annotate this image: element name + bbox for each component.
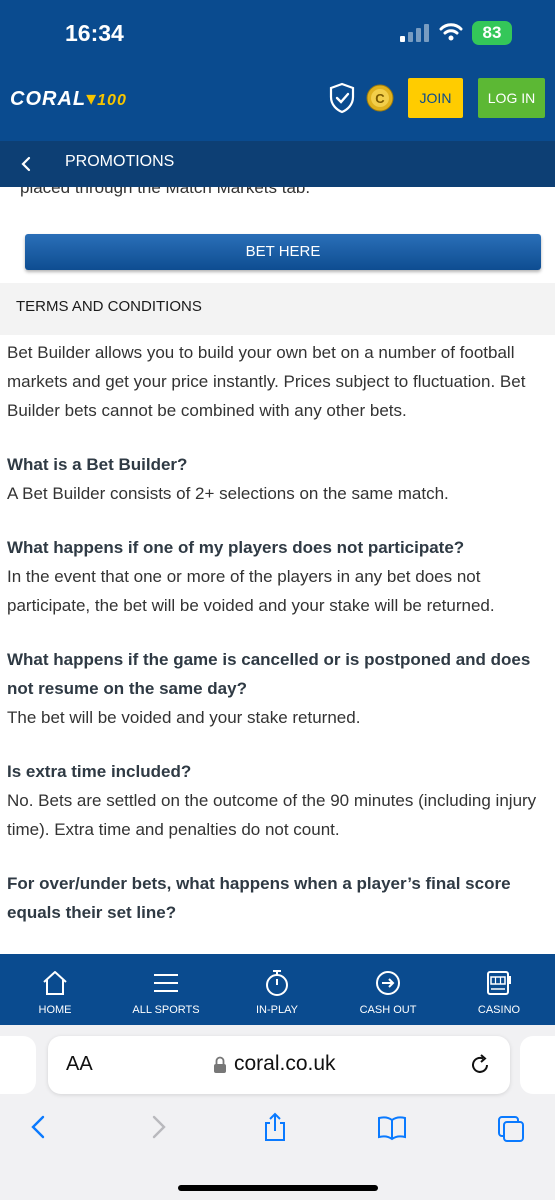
nav-label: ALL SPORTS (132, 1004, 200, 1016)
logo-suffix: 100 (97, 92, 127, 109)
partial-text: placed through the Match Markets tab. (20, 187, 311, 197)
nav-cash-out[interactable]: CASH OUT (338, 954, 438, 1025)
lock-icon (214, 1056, 226, 1073)
faq-question: What is a Bet Builder? (7, 455, 188, 474)
nav-in-play[interactable]: IN-PLAY (227, 954, 327, 1025)
next-tab-card[interactable] (520, 1036, 555, 1094)
sub-navigation: PROMOTIONS (0, 141, 555, 187)
faq-item: For over/under bets, what happens when a… (7, 869, 552, 927)
faq-answer: In the event that one or more of the pla… (7, 567, 495, 615)
svg-text:C: C (375, 91, 385, 106)
cellular-signal-icon (400, 24, 430, 42)
faq-question: Is extra time included? (7, 762, 192, 781)
back-icon[interactable] (24, 1111, 54, 1143)
reload-icon[interactable] (468, 1053, 492, 1077)
faq-item: What happens if the game is cancelled or… (7, 645, 552, 732)
faq-question: What happens if one of my players does n… (7, 538, 465, 557)
wifi-icon (439, 23, 463, 41)
coin-icon[interactable]: C (366, 84, 394, 112)
browser-toolbar: AA coral.co.uk (0, 1025, 555, 1200)
nav-home[interactable]: HOME (5, 954, 105, 1025)
url-text[interactable]: coral.co.uk (234, 1052, 336, 1076)
home-indicator (178, 1185, 378, 1191)
faq-question: What happens if the game is cancelled or… (7, 650, 531, 698)
previous-tab-card[interactable] (0, 1036, 36, 1094)
join-button[interactable]: JOIN (408, 78, 463, 118)
faq-question: For over/under bets, what happens when a… (7, 874, 511, 922)
nav-label: CASH OUT (359, 1004, 417, 1016)
login-button[interactable]: LOG IN (478, 78, 545, 118)
nav-label: CASINO (477, 1004, 521, 1016)
coral-logo[interactable]: CORAL▾100 (10, 86, 127, 111)
app-header: 16:34 83 CORAL▾100 C JOIN LOG IN (0, 0, 555, 141)
faq-answer: No. Bets are settled on the outcome of t… (7, 791, 537, 839)
faq-item: Is extra time included? No. Bets are set… (7, 757, 552, 844)
logo-text: CORAL (10, 88, 87, 110)
faq-item: What is a Bet Builder? A Bet Builder con… (7, 450, 552, 508)
nav-all-sports[interactable]: ALL SPORTS (116, 954, 216, 1025)
bottom-navigation: HOME ALL SPORTS IN-PLAY CASH OUT CASINO (0, 954, 555, 1025)
back-arrow-icon[interactable] (14, 149, 40, 179)
stopwatch-icon (266, 970, 288, 996)
faq-answer: The bet will be voided and your stake re… (7, 708, 361, 727)
terms-body: Bet Builder allows you to build your own… (7, 338, 552, 927)
slot-machine-icon (487, 971, 511, 995)
shield-check-icon[interactable] (328, 82, 356, 114)
bet-here-button[interactable]: BET HERE (25, 234, 541, 270)
forward-icon[interactable] (143, 1111, 173, 1143)
terms-header: TERMS AND CONDITIONS (0, 283, 555, 335)
faq-item: What happens if one of my players does n… (7, 533, 552, 620)
tabs-icon[interactable] (496, 1111, 526, 1143)
nav-label: HOME (38, 1004, 72, 1016)
home-icon (43, 971, 67, 995)
cash-out-icon (376, 971, 400, 995)
address-bar[interactable]: AA coral.co.uk (48, 1036, 510, 1094)
faq-answer: A Bet Builder consists of 2+ selections … (7, 484, 449, 503)
status-time: 16:34 (65, 20, 124, 46)
terms-intro: Bet Builder allows you to build your own… (7, 343, 526, 420)
nav-casino[interactable]: CASINO (449, 954, 549, 1025)
page-title: PROMOTIONS (65, 153, 175, 170)
nav-label: IN-PLAY (256, 1004, 298, 1016)
battery-indicator: 83 (472, 21, 512, 45)
text-size-button[interactable]: AA (66, 1053, 93, 1076)
promotion-content[interactable]: placed through the Match Markets tab. BE… (0, 187, 555, 954)
bookmarks-icon[interactable] (377, 1111, 407, 1143)
share-icon[interactable] (260, 1111, 290, 1143)
terms-title: TERMS AND CONDITIONS (16, 298, 202, 315)
menu-icon (154, 974, 178, 992)
